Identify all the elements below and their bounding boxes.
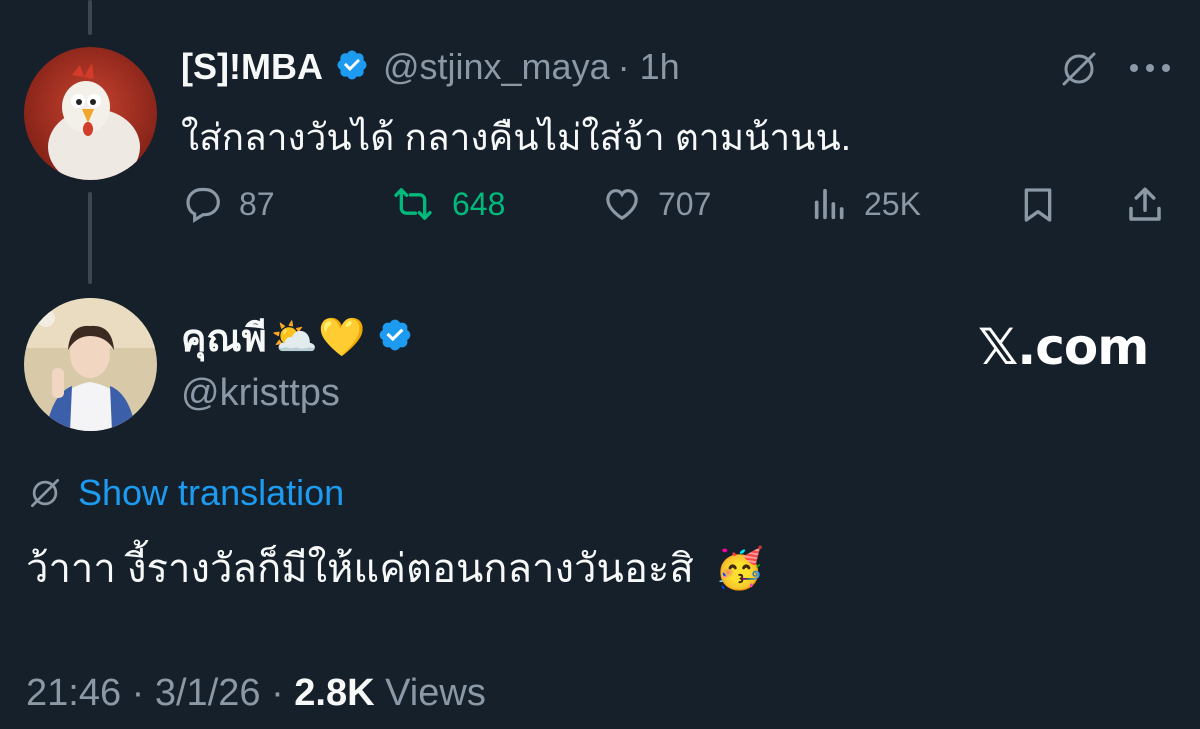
name-emojis: ⛅💛 [270, 314, 366, 359]
tweet-views-count: 2.8K [294, 672, 375, 714]
main-avatar[interactable] [24, 298, 157, 431]
main-handle[interactable]: @kristtps [181, 372, 340, 415]
verified-badge-icon [377, 317, 413, 358]
main-tweet-header: คุณพี ⛅💛 [181, 312, 413, 362]
repost-count: 648 [452, 185, 506, 222]
bookmark-icon[interactable] [1018, 184, 1058, 231]
parent-tweet-text: ใส่กลางวันได้ กลางคืนไม่ใส่จ้า ตามน้านน. [181, 117, 852, 158]
views-count: 25K [864, 185, 921, 222]
thread-line-bottom [88, 192, 92, 284]
grok-icon[interactable] [1058, 48, 1100, 95]
views-icon [814, 188, 844, 220]
like-count: 707 [658, 185, 712, 222]
thread-line-top [88, 0, 92, 35]
share-icon[interactable] [1124, 184, 1166, 231]
reply-count: 87 [239, 185, 275, 222]
parent-time[interactable]: · 1h [618, 46, 680, 88]
parent-avatar[interactable] [24, 47, 157, 180]
x-com-watermark: 𝕏.com [978, 318, 1149, 376]
like-button[interactable]: 707 [600, 184, 711, 224]
main-display-name[interactable]: คุณพี [181, 307, 267, 368]
parent-tweet-header: [S]!MBA @stjinx_maya · 1h [181, 45, 680, 89]
reply-button[interactable]: 87 [181, 184, 275, 224]
main-tweet-text: ว้าาา งี้รางวัลก็มีให้แค่ตอนกลางวันอะสิ [26, 547, 694, 591]
more-icon[interactable] [1128, 58, 1172, 83]
main-tweet-text-row: ว้าาา งี้รางวัลก็มีให้แค่ตอนกลางวันอะสิ … [26, 536, 765, 600]
views-button[interactable]: 25K [810, 184, 921, 224]
show-translation-link[interactable]: Show translation [78, 472, 344, 514]
tweet-views-label: Views [374, 672, 486, 714]
tweet-timestamp[interactable]: 21:46 · 3/1/26 · [26, 672, 294, 714]
grok-translate-icon [30, 478, 60, 508]
tweet-meta: 21:46 · 3/1/26 · 2.8K Views [26, 672, 486, 715]
reply-icon [186, 187, 220, 223]
party-face-emoji: 🥳 [714, 546, 765, 592]
show-translation[interactable]: Show translation [26, 472, 344, 514]
verified-badge-icon [335, 48, 369, 87]
like-icon [606, 189, 638, 221]
repost-icon [394, 188, 432, 220]
parent-display-name[interactable]: [S]!MBA [181, 46, 323, 88]
parent-handle[interactable]: @stjinx_maya [383, 46, 610, 88]
repost-button[interactable]: 648 [388, 184, 505, 224]
